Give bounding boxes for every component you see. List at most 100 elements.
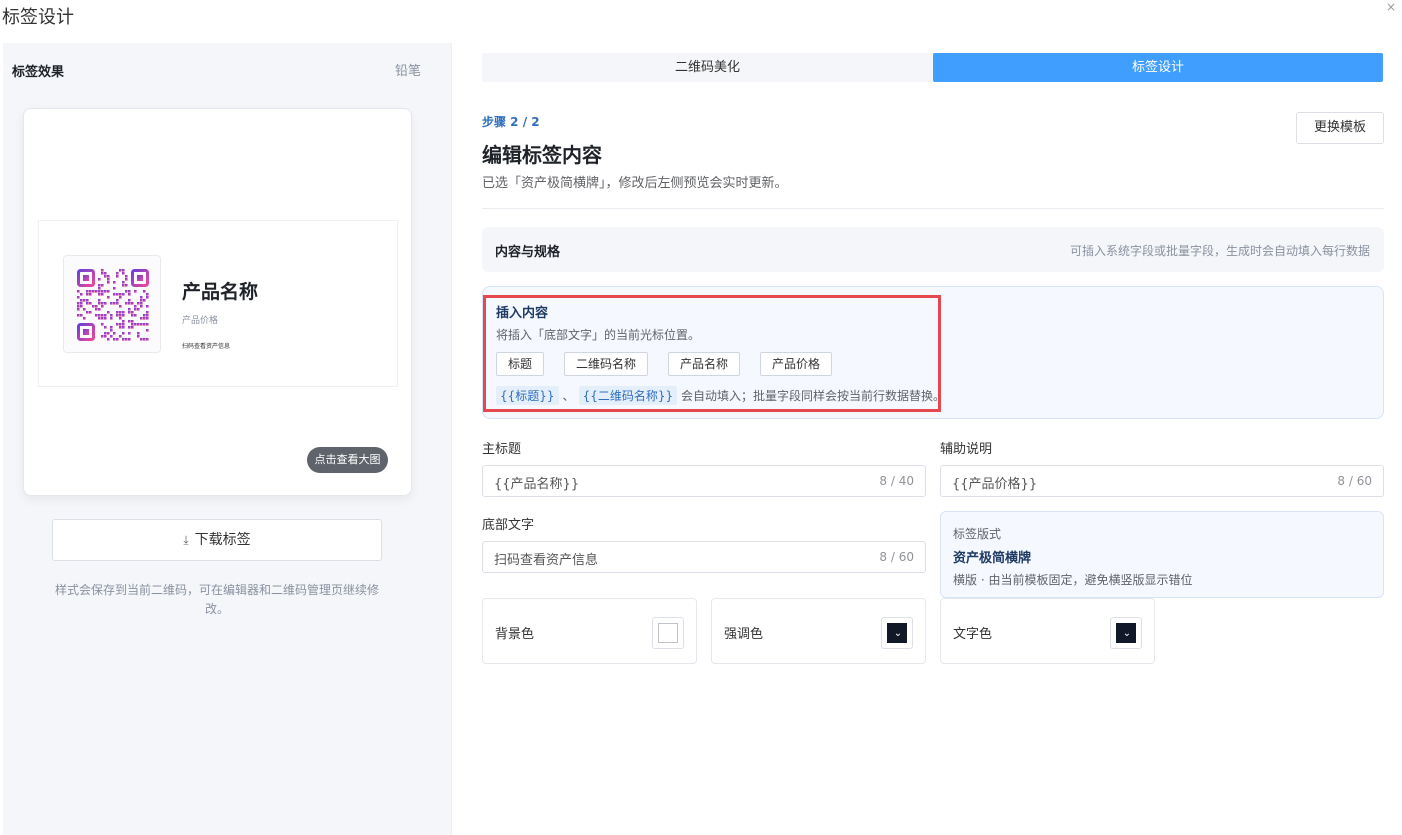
accent-color-swatch: ⌄	[887, 623, 907, 643]
background-color-card: 背景色	[482, 598, 697, 664]
section-header: 内容与规格 可插入系统字段或批量字段，生成时会自动填入每行数据	[482, 227, 1384, 272]
label-preview-card[interactable]: 产品名称 产品价格 扫码查看资产信息 点击查看大图	[23, 108, 412, 496]
page-title: 编辑标签内容	[482, 143, 602, 167]
qr-module	[107, 338, 110, 341]
qr-module	[80, 314, 83, 317]
window-title: 标签设计	[2, 7, 74, 28]
qr-module	[101, 269, 104, 272]
qr-module	[98, 293, 101, 296]
qr-module	[131, 311, 134, 314]
qr-module	[98, 302, 101, 305]
insert-chip-title[interactable]: 标题	[496, 352, 544, 376]
qr-module	[143, 299, 146, 302]
accent-color-picker[interactable]: ⌄	[881, 617, 913, 649]
token-note-row: {{标题}}、 {{二维码名称}} 会自动填入；批量字段同样会按当前行数据替换。	[496, 386, 945, 405]
insert-chip-qr-name[interactable]: 二维码名称	[564, 352, 648, 376]
qr-module	[116, 302, 119, 305]
qr-module	[146, 293, 149, 296]
qr-module	[143, 290, 146, 293]
qr-module	[131, 323, 134, 326]
qr-module	[110, 314, 113, 317]
qr-module	[101, 290, 104, 293]
qr-module	[125, 284, 128, 287]
accent-color-card: 强调色 ⌄	[711, 598, 926, 664]
tab-qr-beautify[interactable]: 二维码美化	[482, 53, 933, 82]
qr-module	[86, 302, 89, 305]
background-color-picker[interactable]	[652, 617, 684, 649]
token-note: 会自动填入；批量字段同样会按当前行数据替换。	[680, 389, 945, 403]
qr-module	[77, 290, 80, 293]
qr-module	[137, 332, 140, 335]
qr-module	[80, 293, 83, 296]
label-footer: 扫码查看资产信息	[182, 343, 231, 350]
aux-desc-input[interactable]: {{产品价格}} 8 / 60	[940, 465, 1384, 497]
qr-module	[122, 326, 125, 329]
text-color-label: 文字色	[953, 627, 993, 642]
qr-module	[119, 311, 122, 314]
view-large-button[interactable]: 点击查看大图	[307, 447, 388, 473]
insert-chip-product-price[interactable]: 产品价格	[760, 352, 832, 376]
qr-module	[95, 314, 98, 317]
qr-module	[125, 302, 128, 305]
qr-module	[122, 311, 125, 314]
qr-module	[119, 326, 122, 329]
text-color-swatch: ⌄	[1116, 623, 1136, 643]
download-label-button[interactable]: ⤓ 下载标签	[52, 519, 382, 561]
qr-module	[86, 293, 89, 296]
qr-module	[104, 335, 107, 338]
insert-title: 插入内容	[496, 306, 549, 321]
download-icon: ⤓	[183, 533, 189, 547]
qr-module	[107, 290, 110, 293]
save-note: 样式会保存到当前二维码，可在编辑器和二维码管理页继续修改。	[54, 583, 379, 616]
qr-module	[107, 311, 110, 314]
qr-module	[140, 296, 143, 299]
qr-module	[128, 326, 131, 329]
label-title: 产品名称	[182, 281, 259, 303]
pencil-button[interactable]: 铅笔	[395, 60, 421, 79]
qr-module	[113, 332, 116, 335]
qr-module	[104, 317, 107, 320]
text-color-picker[interactable]: ⌄	[1110, 617, 1142, 649]
qr-module	[113, 293, 116, 296]
qr-module	[113, 302, 116, 305]
main-title-count: 8 / 40	[879, 474, 914, 488]
main-title-input[interactable]: {{产品名称}} 8 / 40	[482, 465, 926, 497]
qr-module	[143, 314, 146, 317]
preview-panel: 标签效果 铅笔 产品名称 产品价格 扫码查看资产信息 点击查看大图 ⤓ 下载标签…	[3, 43, 452, 835]
qr-module	[104, 272, 107, 275]
qr-module	[77, 308, 80, 311]
aux-desc-value: {{产品价格}}	[952, 477, 1038, 492]
qr-module	[131, 320, 134, 323]
qr-module	[77, 314, 80, 317]
qr-module	[104, 290, 107, 293]
label-subtitle: 产品价格	[182, 316, 219, 326]
qr-module	[101, 284, 104, 287]
qr-module	[119, 335, 122, 338]
switch-template-button[interactable]: 更换模板	[1296, 112, 1384, 144]
preview-panel-title: 标签效果	[12, 65, 65, 80]
qr-module	[101, 293, 104, 296]
qr-module	[122, 338, 125, 341]
qr-module	[128, 311, 131, 314]
insert-chip-product-name[interactable]: 产品名称	[668, 352, 740, 376]
qr-module	[134, 308, 137, 311]
qr-module	[122, 323, 125, 326]
background-color-label: 背景色	[495, 627, 535, 642]
qr-module	[98, 290, 101, 293]
qr-module	[137, 335, 140, 338]
tab-label-design[interactable]: 标签设计	[933, 53, 1383, 82]
qr-module	[104, 302, 107, 305]
qr-module	[101, 302, 104, 305]
qr-module	[140, 305, 143, 308]
qr-module	[143, 317, 146, 320]
background-color-swatch	[658, 623, 678, 643]
close-icon[interactable]: ×	[1386, 0, 1396, 14]
footer-text-input[interactable]: 扫码查看资产信息 8 / 60	[482, 541, 926, 573]
qr-module	[143, 323, 146, 326]
qr-module	[89, 311, 92, 314]
qr-module	[131, 314, 134, 317]
qr-module	[110, 317, 113, 320]
qr-module	[83, 317, 86, 320]
qr-module	[140, 302, 143, 305]
chevron-down-icon: ⌄	[1122, 628, 1132, 639]
